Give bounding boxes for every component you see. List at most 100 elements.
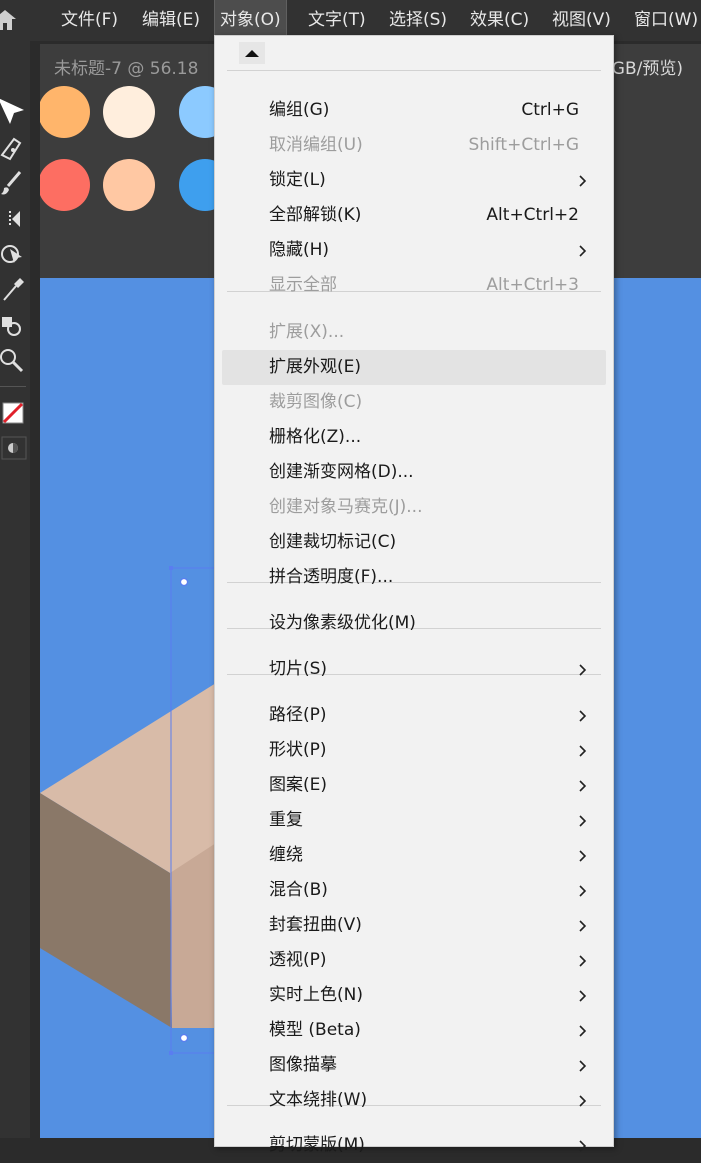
swatch[interactable] xyxy=(103,159,155,211)
menu-item-label: 编组(G) xyxy=(269,100,330,120)
menu-item[interactable]: 封套扭曲(V) xyxy=(222,908,606,943)
menu-item[interactable]: 模型 (Beta) xyxy=(222,1013,606,1048)
swatch[interactable] xyxy=(103,86,155,138)
menu-item-label: 扩展(X)... xyxy=(269,322,345,342)
menu-item[interactable]: 设为像素级优化(M) xyxy=(222,606,606,641)
menu-item[interactable]: 拼合透明度(F)... xyxy=(222,560,606,595)
draw-mode-icon[interactable] xyxy=(0,433,30,463)
swatch[interactable] xyxy=(40,86,90,138)
menu-item[interactable]: 裁剪图像(C) xyxy=(222,385,606,420)
menu-item-shortcut: Alt+Ctrl+3 xyxy=(486,275,579,295)
chevron-right-icon xyxy=(579,175,587,187)
menu-item[interactable]: 图像描摹 xyxy=(222,1048,606,1083)
menu-item[interactable]: 路径(P) xyxy=(222,698,606,733)
menu-item-label: 图像描摹 xyxy=(269,1055,337,1075)
chevron-right-icon xyxy=(579,1025,587,1037)
document-color-mode: GB/预览) xyxy=(611,59,683,79)
menu-item-label: 锁定(L) xyxy=(269,170,326,190)
object-menu-dropdown: 编组(G) Ctrl+G 取消编组(U) Shift+Ctrl+G 锁定(L) 全部解锁(… xyxy=(214,35,614,1155)
swatch[interactable] xyxy=(40,159,90,211)
menu-item-label: 图案(E) xyxy=(269,775,328,795)
menu-item-label: 模型 (Beta) xyxy=(269,1020,361,1040)
menu-item-label: 剪切蒙版(M) xyxy=(269,1135,365,1155)
menu-item-label: 裁剪图像(C) xyxy=(269,392,363,412)
selection-corner xyxy=(169,566,173,570)
menu-item-label: 显示全部 xyxy=(269,275,337,295)
triangle-up-icon xyxy=(245,50,259,57)
brush-tool-icon[interactable] xyxy=(0,168,30,198)
menu-item-label: 扩展外观(E) xyxy=(269,357,362,377)
menu-item-label: 路径(P) xyxy=(269,705,327,725)
chevron-right-icon xyxy=(579,885,587,897)
menu-item[interactable]: 混合(B) xyxy=(222,873,606,908)
menu-item-label: 隐藏(H) xyxy=(269,240,330,260)
menu-item[interactable]: 切片(S) xyxy=(222,652,606,687)
eyedropper-tool-icon[interactable] xyxy=(0,274,30,304)
menu-item[interactable]: 创建裁切标记(C) xyxy=(222,525,606,560)
menu-item[interactable]: 重复 xyxy=(222,803,606,838)
menu-item-shortcut: Shift+Ctrl+G xyxy=(468,135,579,155)
menu-item-label: 创建对象马赛克(J)... xyxy=(269,497,423,517)
chevron-right-icon xyxy=(579,710,587,722)
chevron-right-icon xyxy=(579,920,587,932)
menu-file[interactable]: 文件(F) xyxy=(61,0,118,41)
menu-item-label: 文本绕排(W) xyxy=(269,1090,368,1110)
chevron-right-icon xyxy=(579,745,587,757)
menu-item-label: 封套扭曲(V) xyxy=(269,915,362,935)
menu-item[interactable]: 创建渐变网格(D)... xyxy=(222,455,606,490)
menu-item[interactable]: 扩展外观(E) xyxy=(222,350,606,385)
menu-item-label: 取消编组(U) xyxy=(269,135,363,155)
menu-item-label: 栅格化(Z)... xyxy=(269,427,362,447)
menu-item-label: 混合(B) xyxy=(269,880,328,900)
rotate-tool-icon[interactable] xyxy=(0,239,30,269)
document-tab-title[interactable]: 未标题-7 @ 56.18 xyxy=(54,54,198,79)
direct-selection-tool-icon[interactable] xyxy=(0,96,30,126)
chevron-right-icon xyxy=(579,1140,587,1152)
menu-item-shortcut: Ctrl+G xyxy=(521,100,579,120)
chevron-right-icon xyxy=(579,850,587,862)
chevron-right-icon xyxy=(579,815,587,827)
menu-item-label: 全部解锁(K) xyxy=(269,205,362,225)
menu-item[interactable]: 栅格化(Z)... xyxy=(222,420,606,455)
box-right-face xyxy=(170,843,216,1028)
menu-item-shortcut: Alt+Ctrl+2 xyxy=(486,205,579,225)
menu-item[interactable]: 锁定(L) xyxy=(222,163,606,198)
fill-stroke-icon[interactable] xyxy=(0,398,30,428)
chevron-right-icon xyxy=(579,1060,587,1072)
menu-item-label: 实时上色(N) xyxy=(269,985,363,1005)
menu-item[interactable]: 形状(P) xyxy=(222,733,606,768)
menu-scroll-up-button[interactable] xyxy=(239,42,265,64)
menu-window[interactable]: 窗口(W) xyxy=(634,0,698,41)
menu-item[interactable]: 图案(E) xyxy=(222,768,606,803)
menu-item[interactable]: 剪切蒙版(M) xyxy=(222,1128,606,1163)
shape-builder-tool-icon[interactable] xyxy=(0,311,30,341)
zoom-tool-icon[interactable] xyxy=(0,347,30,377)
menu-item[interactable]: 透视(P) xyxy=(222,943,606,978)
menu-item[interactable]: 隐藏(H) xyxy=(222,233,606,268)
menu-item[interactable]: 缠绕 xyxy=(222,838,606,873)
chevron-right-icon xyxy=(579,955,587,967)
width-tool-icon[interactable] xyxy=(0,203,30,233)
menu-item[interactable]: 文本绕排(W) xyxy=(222,1083,606,1118)
menu-item[interactable]: 创建对象马赛克(J)... xyxy=(222,490,606,525)
menu-item[interactable]: 取消编组(U) Shift+Ctrl+G xyxy=(222,128,606,163)
selection-corner xyxy=(169,1051,173,1055)
chevron-right-icon xyxy=(579,990,587,1002)
menu-item-label: 切片(S) xyxy=(269,659,328,679)
menu-item-label: 透视(P) xyxy=(269,950,327,970)
selection-handle xyxy=(179,577,189,587)
menu-edit[interactable]: 编辑(E) xyxy=(142,0,200,41)
pen-tool-icon[interactable] xyxy=(0,133,30,163)
menu-item[interactable]: 实时上色(N) xyxy=(222,978,606,1013)
menu-item-label: 创建渐变网格(D)... xyxy=(269,462,414,482)
chevron-right-icon xyxy=(579,1095,587,1107)
menu-item[interactable]: 显示全部 Alt+Ctrl+3 xyxy=(222,268,606,303)
chevron-right-icon xyxy=(579,780,587,792)
menu-item-label: 重复 xyxy=(269,810,303,830)
menu-item[interactable]: 编组(G) Ctrl+G xyxy=(222,93,606,128)
menu-separator xyxy=(227,70,601,71)
menu-item-label: 缠绕 xyxy=(269,845,303,865)
menu-item[interactable]: 扩展(X)... xyxy=(222,315,606,350)
home-icon[interactable] xyxy=(0,8,22,32)
menu-item[interactable]: 全部解锁(K) Alt+Ctrl+2 xyxy=(222,198,606,233)
